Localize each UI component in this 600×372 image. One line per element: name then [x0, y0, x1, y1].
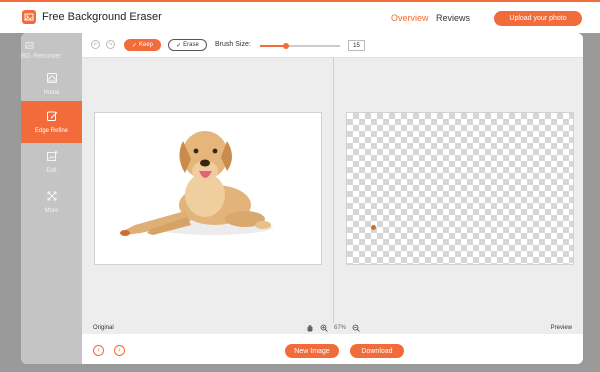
sidebar-item-home[interactable]: Home	[21, 63, 82, 105]
home-icon	[46, 73, 57, 83]
status-bar: Original 67% Preview	[82, 323, 583, 334]
preview-label: Preview	[550, 325, 572, 331]
nav-overview-link[interactable]: Overview	[391, 13, 429, 23]
site-title: Free Background Eraser	[42, 11, 162, 23]
upload-photo-button[interactable]: Upload your photo	[494, 11, 582, 26]
editor-toolbar: ↶ ↷ ✓ Keep ✓ Erase Brush Size: 15	[82, 33, 583, 58]
sidebar-item-label: Home	[43, 90, 60, 96]
keep-button[interactable]: ✓ Keep	[124, 39, 161, 51]
edit-square-icon	[46, 111, 57, 121]
hand-icon[interactable]	[306, 324, 314, 332]
erase-button[interactable]: ✓ Erase	[168, 39, 207, 51]
brush-size-handle[interactable]	[283, 43, 289, 49]
undo-icon: ↶	[93, 41, 98, 48]
zoom-out-icon[interactable]	[352, 324, 360, 332]
new-image-button[interactable]: New Image	[285, 344, 339, 358]
chevron-right-icon: ›	[118, 347, 121, 354]
brush-icon: ✓	[131, 42, 137, 49]
redo-button[interactable]: ↷	[106, 40, 115, 49]
sidebar-brand-label: BG Remover	[21, 53, 62, 60]
erase-label: Erase	[183, 42, 199, 48]
original-label: Original	[93, 325, 114, 331]
sidebar-item-label: More	[44, 208, 59, 214]
undo-button[interactable]: ↶	[91, 40, 100, 49]
editor-modal: BG Remover Home Edge Refine Edit More ↶ …	[21, 33, 583, 364]
brand-icon	[25, 42, 34, 49]
image-plus-icon	[46, 150, 58, 161]
zoom-in-icon[interactable]	[320, 324, 328, 332]
nav-reviews-link[interactable]: Reviews	[436, 13, 470, 23]
panel-divider	[333, 58, 334, 323]
keep-label: Keep	[139, 42, 154, 48]
download-button[interactable]: Download	[350, 344, 404, 358]
brush-size-value[interactable]: 15	[348, 40, 365, 51]
canvas-area	[82, 58, 583, 323]
chevron-left-icon: ‹	[97, 347, 100, 354]
dog-photo	[120, 131, 273, 236]
previous-button[interactable]: ‹	[93, 345, 104, 356]
eraser-icon: ✓	[176, 42, 182, 49]
original-image	[94, 112, 322, 265]
sidebar-item-more[interactable]: More	[21, 181, 82, 223]
sidebar-item-edit[interactable]: Edit	[21, 141, 82, 183]
next-button[interactable]: ›	[114, 345, 125, 356]
site-header: Free Background Eraser Overview Reviews …	[0, 0, 600, 33]
logo-icon	[22, 10, 36, 24]
brush-size-slider[interactable]	[260, 43, 340, 49]
zoom-level: 67%	[334, 325, 347, 331]
sidebar-item-label: Edit	[46, 168, 57, 174]
preview-image	[346, 112, 574, 265]
brush-size-label: Brush Size:	[215, 41, 251, 48]
sidebar-item-edge-refine[interactable]: Edge Refine	[21, 101, 82, 143]
zoom-controls: 67%	[306, 324, 360, 332]
sidebar: BG Remover Home Edge Refine Edit More	[21, 33, 82, 364]
expand-icon	[47, 191, 56, 201]
editor-footer: ‹ › New Image Download	[82, 334, 583, 364]
sidebar-item-label: Edge Refine	[34, 128, 69, 134]
preview-fragment	[371, 225, 376, 230]
redo-icon: ↷	[108, 41, 113, 48]
